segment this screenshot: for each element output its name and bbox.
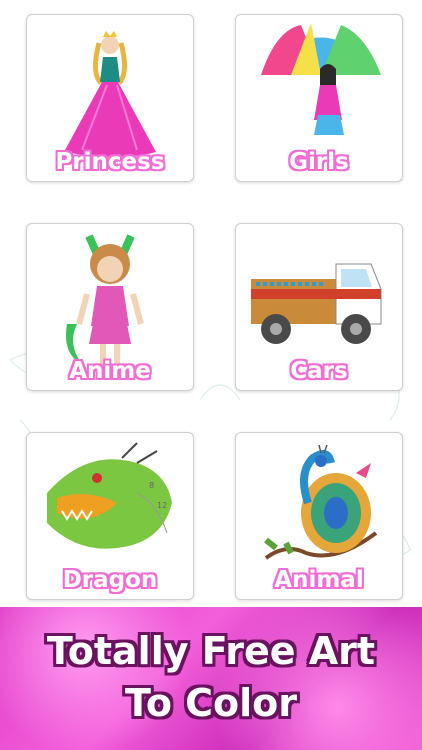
category-card-anime[interactable]: Anime (26, 223, 194, 391)
banner-subheadline: To Color (124, 681, 298, 725)
category-label: Anime (69, 358, 151, 384)
banner-headline: Totally Free Art (46, 629, 376, 673)
category-label: Princess (55, 149, 165, 175)
category-label: Cars (290, 358, 348, 384)
category-card-dragon[interactable]: 8 12 Dragon (26, 432, 194, 600)
category-card-cars[interactable]: Cars (235, 223, 403, 391)
category-label: Girls (289, 149, 349, 175)
category-card-princess[interactable]: Princess (26, 14, 194, 182)
category-card-animal[interactable]: Animal (235, 432, 403, 600)
promo-banner: Totally Free Art To Color (0, 607, 422, 750)
category-card-girls[interactable]: Girls (235, 14, 403, 182)
svg-text:12: 12 (157, 501, 167, 510)
category-label: Animal (274, 567, 364, 593)
category-label: Dragon (62, 567, 158, 593)
svg-text:8: 8 (149, 481, 154, 490)
